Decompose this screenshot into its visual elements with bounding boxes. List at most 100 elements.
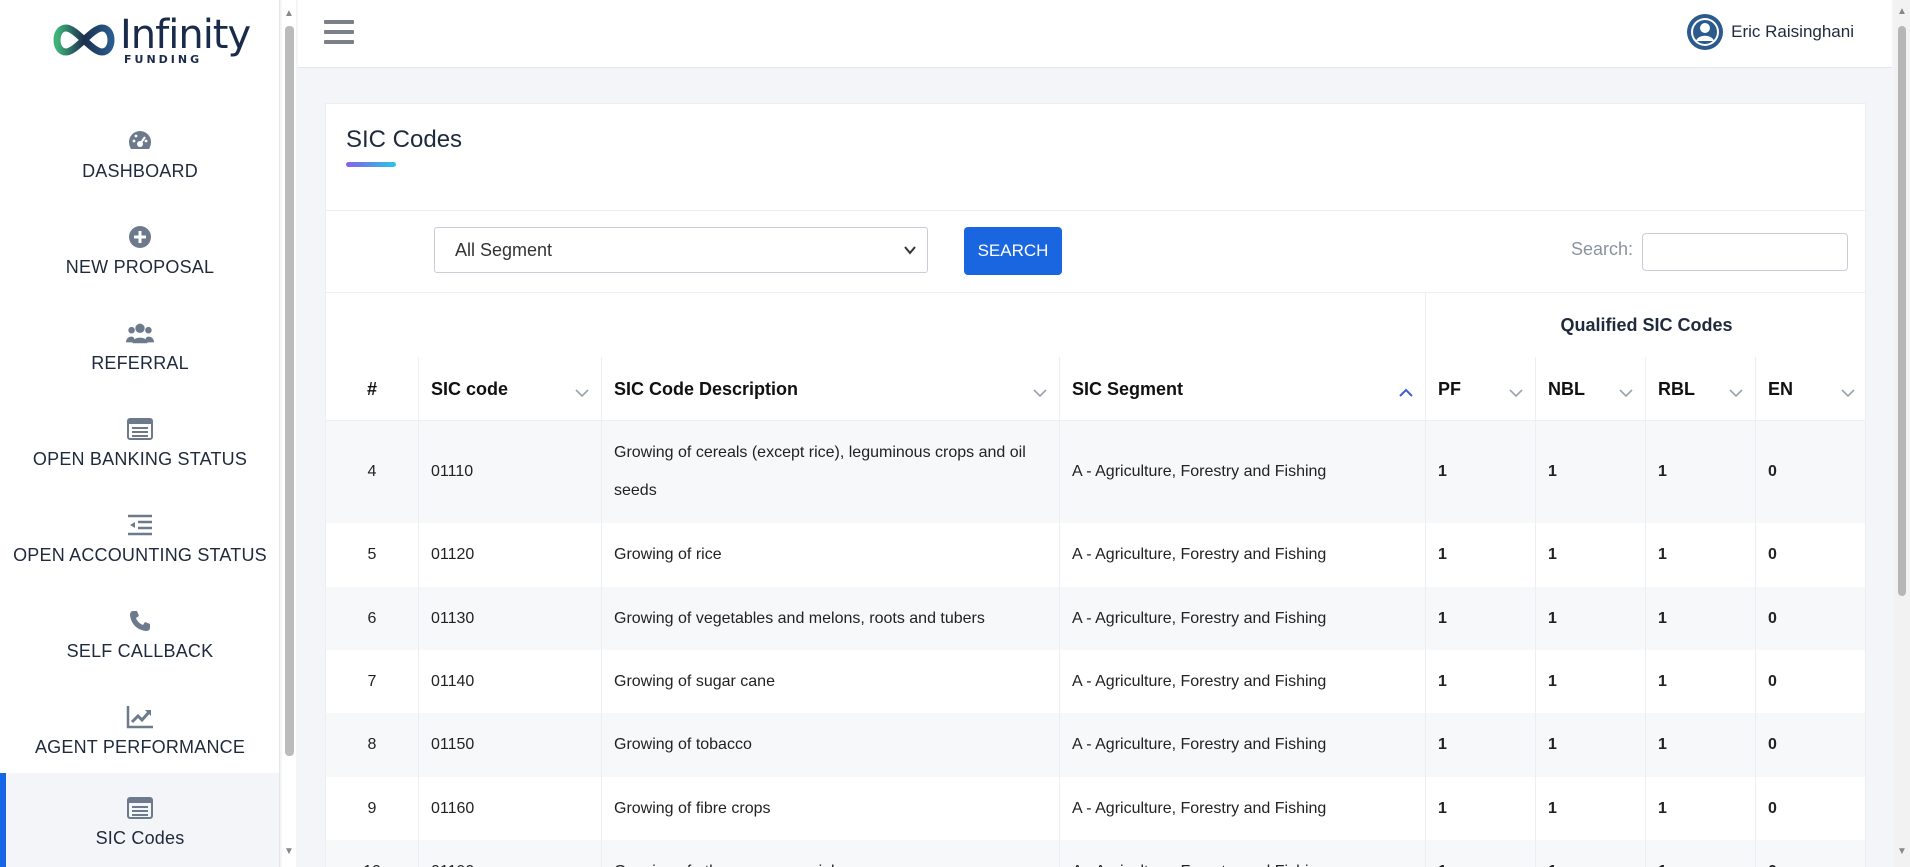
sort-chevron-down-icon	[1619, 382, 1633, 403]
cell-nbl: 1	[1535, 777, 1645, 840]
column-header-rbl[interactable]: RBL	[1645, 357, 1755, 421]
sidebar-item-open-banking-status[interactable]: OPEN BANKING STATUS	[0, 394, 279, 490]
cell-segment: A - Agriculture, Forestry and Fishing	[1059, 421, 1425, 523]
sidebar-scrollbar[interactable]: ▲ ▼	[282, 0, 296, 867]
sort-chevron-down-icon	[1729, 382, 1743, 403]
user-menu[interactable]: Eric Raisinghani	[1687, 14, 1854, 50]
column-header-sic-code[interactable]: SIC code	[418, 357, 601, 421]
cell-segment: A - Agriculture, Forestry and Fishing	[1059, 587, 1425, 650]
cell-rbl: 1	[1645, 840, 1755, 867]
cell-segment: A - Agriculture, Forestry and Fishing	[1059, 523, 1425, 587]
cell-pf: 1	[1425, 777, 1535, 840]
avatar	[1687, 14, 1724, 50]
cell-sic-code: 01120	[418, 523, 601, 587]
scroll-down-arrow-icon[interactable]: ▼	[1897, 846, 1907, 857]
table-group-header-row: Qualified SIC Codes	[326, 293, 1865, 357]
sort-chevron-down-icon	[1509, 382, 1523, 403]
cell-index: 10	[326, 840, 418, 867]
column-header-index[interactable]: #	[326, 357, 418, 421]
cell-rbl: 1	[1645, 421, 1755, 523]
sidebar-item-label: REFERRAL	[91, 352, 189, 373]
cell-segment: A - Agriculture, Forestry and Fishing	[1059, 840, 1425, 867]
segment-select[interactable]: All Segment	[434, 227, 928, 273]
sidebar-item-dashboard[interactable]: DASHBOARD	[0, 106, 279, 202]
cell-nbl: 1	[1535, 650, 1645, 713]
cell-pf: 1	[1425, 421, 1535, 523]
users-icon	[126, 319, 154, 347]
cell-description: Growing of rice	[601, 523, 1059, 587]
table-row: 7 01140 Growing of sugar cane A - Agricu…	[326, 650, 1865, 713]
sidebar-item-label: OPEN ACCOUNTING STATUS	[13, 544, 267, 565]
sidebar-item-agent-performance[interactable]: AGENT PERFORMANCE	[0, 682, 279, 778]
cell-description: Growing of fibre crops	[601, 777, 1059, 840]
sidebar-item-label: SIC Codes	[95, 827, 185, 848]
sidebar-item-sic-codes[interactable]: SIC Codes	[0, 773, 279, 867]
column-header-sic-code-description[interactable]: SIC Code Description	[601, 357, 1059, 421]
search-input[interactable]	[1642, 233, 1848, 271]
search-label: Search:	[1571, 239, 1634, 259]
infinity-funding-logo[interactable]: Infinity FUNDING	[48, 12, 251, 68]
table-header-row: # SIC code SIC Code Description SIC Segm…	[326, 357, 1865, 421]
cell-en: 0	[1755, 840, 1867, 867]
column-header-pf[interactable]: PF	[1425, 357, 1535, 421]
sidebar-item-referral[interactable]: REFERRAL	[0, 298, 279, 394]
cell-nbl: 1	[1535, 840, 1645, 867]
sidebar-item-open-accounting-status[interactable]: OPEN ACCOUNTING STATUS	[0, 490, 279, 586]
qualified-sic-codes-header: Qualified SIC Codes	[1425, 293, 1867, 357]
table-row: 5 01120 Growing of rice A - Agriculture,…	[326, 523, 1865, 587]
cell-description: Growing of other non-perennial crops	[601, 840, 1059, 867]
plus-circle-icon	[126, 223, 154, 251]
cell-pf: 1	[1425, 650, 1535, 713]
table-row: 9 01160 Growing of fibre crops A - Agric…	[326, 777, 1865, 840]
segment-select-value: All Segment	[455, 239, 553, 260]
cell-index: 6	[367, 609, 377, 627]
cell-description: Growing of cereals (except rice), legumi…	[601, 421, 1059, 523]
hamburger-menu-icon[interactable]	[324, 20, 354, 46]
cell-nbl: 1	[1535, 713, 1645, 777]
cell-nbl: 1	[1535, 523, 1645, 587]
infinity-logo-icon	[53, 24, 115, 56]
scroll-up-arrow-icon[interactable]: ▲	[284, 8, 294, 19]
cell-sic-code: 01130	[418, 587, 601, 650]
title-underline	[346, 162, 396, 167]
cell-sic-code: 01110	[418, 421, 601, 523]
sort-chevron-down-icon	[1841, 382, 1855, 403]
list-card-icon	[126, 415, 154, 443]
cell-rbl: 1	[1645, 587, 1755, 650]
scroll-up-arrow-icon[interactable]: ▲	[1897, 6, 1907, 17]
cell-description: Growing of sugar cane	[601, 650, 1059, 713]
page-title: SIC Codes	[346, 126, 463, 153]
sidebar: Infinity FUNDING DASHBOARD NEW PROPOSAL …	[0, 0, 280, 867]
cell-description: Growing of vegetables and melons, roots …	[601, 587, 1059, 650]
search-button[interactable]: SEARCH	[964, 227, 1062, 275]
cell-en: 0	[1755, 777, 1867, 840]
page-scrollbar[interactable]: ▲ ▼	[1894, 0, 1910, 867]
sidebar-item-label: AGENT PERFORMANCE	[34, 736, 246, 757]
cell-rbl: 1	[1645, 523, 1755, 587]
column-header-en[interactable]: EN	[1755, 357, 1867, 421]
sidebar-item-new-proposal[interactable]: NEW PROPOSAL	[0, 202, 279, 298]
sort-chevron-down-icon	[1033, 382, 1047, 403]
cell-description: Growing of tobacco	[601, 713, 1059, 777]
cell-sic-code: 01140	[418, 650, 601, 713]
page-scroll-thumb[interactable]	[1898, 26, 1906, 596]
dashboard-icon	[126, 127, 154, 155]
cell-index: 7	[367, 672, 377, 690]
table-row: 4 01110 Growing of cereals (except rice)…	[326, 421, 1865, 523]
cell-index: 4	[367, 463, 377, 480]
cell-segment: A - Agriculture, Forestry and Fishing	[1059, 713, 1425, 777]
scroll-down-arrow-icon[interactable]: ▼	[284, 846, 294, 857]
column-header-nbl[interactable]: NBL	[1535, 357, 1645, 421]
cell-en: 0	[1755, 421, 1867, 523]
cell-pf: 1	[1425, 840, 1535, 867]
cell-nbl: 1	[1535, 587, 1645, 650]
column-header-sic-segment[interactable]: SIC Segment	[1059, 357, 1425, 421]
sidebar-scroll-thumb[interactable]	[285, 26, 294, 756]
cell-segment: A - Agriculture, Forestry and Fishing	[1059, 650, 1425, 713]
list-card-icon	[126, 794, 154, 822]
sidebar-item-label: SELF CALLBACK	[66, 640, 214, 661]
cell-pf: 1	[1425, 587, 1535, 650]
cell-index: 8	[367, 736, 377, 753]
sidebar-item-self-callback[interactable]: SELF CALLBACK	[0, 586, 279, 682]
cell-pf: 1	[1425, 713, 1535, 777]
